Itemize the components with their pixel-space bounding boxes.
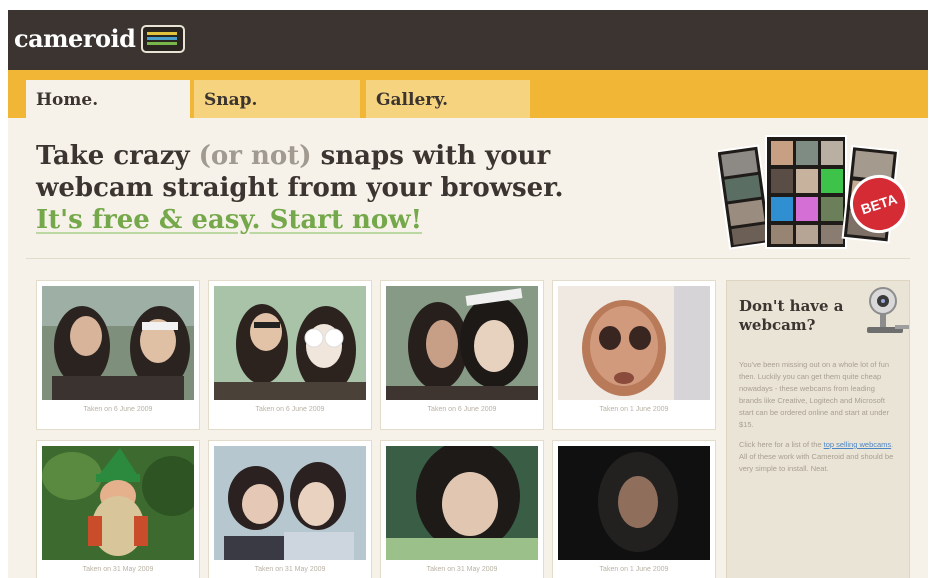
thumbnail-photo[interactable] [214,286,366,400]
no-webcam-panel: Don't have a webcam? You've been missing… [726,280,910,578]
thumbnail-caption: Taken on 1 June 2009 [599,406,669,413]
thumbnail-photo[interactable] [386,446,538,560]
thumbnail-caption: Taken on 31 May 2009 [254,566,326,573]
start-now-link[interactable]: It's free & easy. Start now! [36,204,716,236]
thumbnail-caption: Taken on 1 June 2009 [599,566,669,573]
thumbnail-caption: Taken on 6 June 2009 [427,406,497,413]
gallery-thumbnail[interactable]: Taken on 6 June 2009 [380,280,544,430]
webcam-icon [867,287,909,333]
gallery-thumbnail[interactable]: Taken on 31 May 2009 [36,440,200,578]
sidebar-text: Click here for a list of the [739,440,824,449]
thumbnail-caption: Taken on 31 May 2009 [82,566,154,573]
gallery-thumbnail[interactable]: Taken on 1 June 2009 [552,280,716,430]
hero-line-2: webcam straight from your browser. [36,173,564,203]
tv-icon [141,24,186,53]
thumbnail-photo[interactable] [558,446,710,560]
thumbnail-photo[interactable] [214,446,366,560]
sidebar-paragraph: Click here for a list of the top selling… [739,439,899,475]
tab-bar: Home. Snap. Gallery. [8,70,928,118]
logo-text: cameroid [14,24,136,53]
thumbnail-photo[interactable] [42,446,194,560]
tab-snap[interactable]: Snap. [194,80,360,118]
hero-headline: Take crazy (or not) snaps with your webc… [36,140,716,236]
sidebar-title: Don't have a webcam? [739,297,844,334]
thumbnail-caption: Taken on 31 May 2009 [426,566,498,573]
tab-gallery[interactable]: Gallery. [366,80,530,118]
gallery-thumbnail[interactable]: Taken on 1 June 2009 [552,440,716,578]
hero-muted-text: (or not) [198,141,312,171]
sidebar-paragraph: You've been missing out on a whole lot o… [739,360,890,429]
thumbnail-photo[interactable] [558,286,710,400]
hero-text: Take crazy [36,141,199,171]
gallery-thumbnail[interactable]: Taken on 6 June 2009 [208,280,372,430]
thumbnail-photo[interactable] [42,286,194,400]
logo[interactable]: cameroid [14,24,186,53]
top-selling-webcams-link[interactable]: top selling webcams [824,440,892,449]
gallery-thumbnail[interactable]: Taken on 6 June 2009 [36,280,200,430]
divider [26,258,910,259]
hero-line-1: Take crazy (or not) snaps with your [36,140,716,172]
tab-home[interactable]: Home. [26,80,190,118]
gallery-thumbnail[interactable]: Taken on 31 May 2009 [208,440,372,578]
header-bar: cameroid [8,10,928,70]
sidebar-body: You've been missing out on a whole lot o… [739,359,899,483]
gallery-thumbnail[interactable]: Taken on 31 May 2009 [380,440,544,578]
hero-text: snaps with your [311,141,551,171]
thumbnail-caption: Taken on 6 June 2009 [83,406,153,413]
page-frame: cameroid Home. Snap. Gallery. Take crazy… [8,10,928,578]
thumbnail-caption: Taken on 6 June 2009 [255,406,325,413]
thumbnail-photo[interactable] [386,286,538,400]
